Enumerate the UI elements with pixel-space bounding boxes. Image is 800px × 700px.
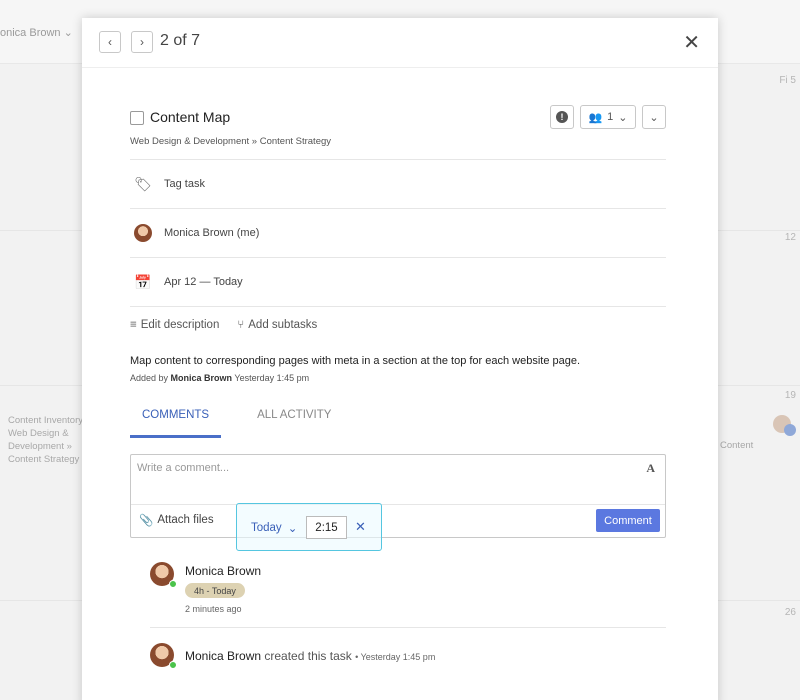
modal-header: ‹ › 2 of 7 ✕: [82, 18, 718, 68]
breadcrumb[interactable]: Web Design & Development » Content Strat…: [130, 136, 666, 147]
lines-icon: ≡: [130, 319, 137, 331]
previous-task-button[interactable]: ‹: [99, 31, 121, 53]
tag-task-row[interactable]: 🏷 Tag task: [130, 159, 666, 208]
comment-button[interactable]: Comment: [596, 509, 660, 532]
activity-time: • Yesterday 1:45 pm: [355, 652, 436, 662]
task-content: Content Map ! 👥 1 ⌄ ⌄ Web Design & Devel…: [130, 68, 666, 538]
assignee-row[interactable]: Monica Brown (me): [130, 208, 666, 257]
activity-time: 2 minutes ago: [185, 604, 242, 614]
assignees-button[interactable]: 👥 1 ⌄: [580, 105, 636, 129]
comment-box: Write a comment... A 📎 Attach files Comm…: [130, 454, 666, 538]
assignee-count: 1: [607, 111, 614, 123]
close-icon[interactable]: ✕: [355, 519, 366, 535]
chevron-down-icon: ⌄: [287, 523, 298, 535]
added-by-name[interactable]: Monica Brown: [171, 373, 233, 383]
close-icon[interactable]: ✕: [683, 30, 700, 55]
divider: [150, 627, 666, 628]
chevron-down-icon: ⌄: [618, 111, 628, 124]
more-options-button[interactable]: ⌄: [642, 105, 666, 129]
activity-action: created this task: [264, 649, 352, 663]
chevron-down-icon: ⌄: [649, 111, 659, 124]
alert-icon: !: [556, 111, 568, 123]
paperclip-icon: 📎: [139, 515, 154, 527]
dates-row[interactable]: 📅 Apr 12 — Today: [130, 257, 666, 307]
attach-files-button[interactable]: 📎 Attach files: [139, 513, 214, 527]
time-entry-badge[interactable]: 4h - Today: [185, 583, 245, 598]
text-format-icon[interactable]: A: [646, 461, 655, 476]
calendar-icon: 📅: [134, 273, 152, 290]
activity-author[interactable]: Monica Brown: [185, 649, 261, 663]
day-select-label: Today: [251, 522, 282, 534]
task-description: Map content to corresponding pages with …: [130, 355, 581, 367]
task-actions: ≡ Edit description ⑂ Add subtasks: [130, 319, 666, 331]
tag-icon: 🏷: [134, 175, 152, 192]
day-select[interactable]: Today ⌄: [251, 521, 297, 535]
attach-files-label: Attach files: [157, 514, 214, 526]
user-picker[interactable]: onica Brown ⌄: [0, 26, 73, 39]
add-subtasks-label: Add subtasks: [248, 319, 318, 331]
subtask-icon: ⑂: [237, 319, 245, 331]
task-counter: 2 of 7: [160, 32, 201, 49]
day-number: 19: [784, 390, 796, 401]
edit-description-label: Edit description: [140, 319, 220, 331]
activity-author[interactable]: Monica Brown: [185, 564, 261, 578]
task-title-row: Content Map ! 👥 1 ⌄ ⌄: [130, 105, 666, 131]
chevron-right-icon: ›: [140, 35, 144, 49]
online-status-indicator: [169, 580, 177, 588]
tab-comments[interactable]: COMMENTS: [130, 409, 222, 438]
tab-all-activity[interactable]: ALL ACTIVITY: [245, 409, 343, 438]
divider: [131, 504, 665, 505]
chevron-left-icon: ‹: [108, 35, 112, 49]
time-tracker: Today ⌄ 2:15 ✕: [236, 503, 382, 551]
activity-tabs: COMMENTS ALL ACTIVITY: [130, 409, 666, 438]
online-status-indicator: [169, 661, 177, 669]
calendar-task-card[interactable]: Content Inventory Web Design & Developme…: [8, 414, 88, 466]
assignee-name: Monica Brown (me): [164, 227, 260, 239]
add-user-badge: [784, 424, 796, 436]
edit-description-button[interactable]: ≡ Edit description: [130, 319, 219, 331]
avatar: [134, 224, 152, 242]
day-number: Fi 5: [779, 75, 796, 86]
calendar-task-card[interactable]: Content: [720, 440, 753, 451]
next-task-button[interactable]: ›: [131, 31, 153, 53]
users-icon: 👥: [588, 111, 603, 124]
task-title[interactable]: Content Map: [150, 109, 230, 125]
priority-button[interactable]: !: [550, 105, 574, 129]
added-time: Yesterday 1:45 pm: [234, 373, 310, 383]
date-range: Apr 12 — Today: [164, 276, 243, 288]
time-input[interactable]: 2:15: [306, 516, 347, 539]
activity-text: Monica Brown created this task • Yesterd…: [185, 649, 435, 663]
added-prefix: Added by: [130, 373, 169, 383]
day-number: 26: [784, 607, 796, 618]
task-toolbar: ! 👥 1 ⌄ ⌄: [550, 105, 666, 129]
complete-checkbox[interactable]: [130, 111, 144, 125]
comment-input[interactable]: Write a comment...: [137, 462, 229, 474]
task-detail-modal: ‹ › 2 of 7 ✕ Content Map ! 👥 1 ⌄ ⌄ Web D…: [82, 18, 718, 700]
added-by-line: Added by Monica Brown Yesterday 1:45 pm: [130, 373, 666, 383]
add-subtasks-button[interactable]: ⑂ Add subtasks: [237, 319, 317, 331]
tag-task-label: Tag task: [164, 178, 205, 190]
day-number: 12: [784, 232, 796, 243]
